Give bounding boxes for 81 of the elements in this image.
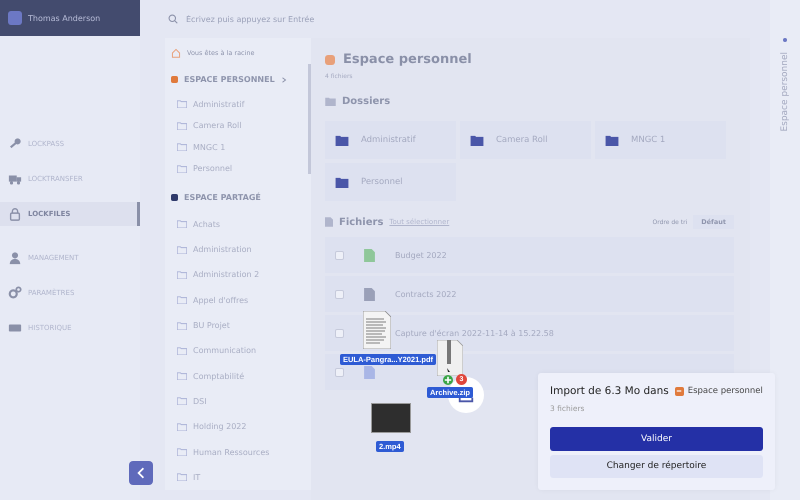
change-folder-button[interactable]: Changer de répertoire — [550, 454, 763, 478]
target-folder: Espace personnel — [688, 386, 763, 396]
space-icon — [674, 386, 684, 396]
confirm-button[interactable]: Valider — [550, 427, 763, 450]
file-icon — [325, 217, 333, 227]
folder-card[interactable]: Camera Roll — [460, 121, 591, 159]
folder-card[interactable]: MNGC 1 — [595, 121, 726, 159]
video-thumbnail — [371, 403, 411, 433]
chevron-left-icon — [137, 467, 145, 479]
side-tab[interactable]: Espace personnel — [780, 52, 790, 132]
folder-icon — [470, 134, 484, 146]
folder-icon — [177, 143, 187, 152]
document-thumbnail — [363, 311, 391, 349]
folder-icon — [177, 220, 187, 228]
section-heading: Dossiers — [342, 96, 390, 107]
folder-icon — [177, 473, 187, 482]
home-icon — [171, 48, 181, 58]
checkbox[interactable] — [335, 290, 344, 298]
folder-icon — [177, 246, 187, 254]
checkbox[interactable] — [335, 328, 344, 338]
folder-icon — [605, 134, 619, 146]
dialog-title: Import de 6.3 Mo dans — [550, 385, 669, 397]
file-row[interactable]: Capture d'écran 2022-11-14 à 15.22.58 — [325, 315, 734, 351]
folder-icon — [177, 100, 187, 108]
file-row[interactable]: Budget 2022 — [325, 237, 734, 273]
folder-icon — [177, 422, 187, 431]
tree-item[interactable]: Human Ressources — [171, 439, 311, 465]
tree-item[interactable]: Administratif — [171, 94, 311, 116]
tree-item[interactable]: Comptabilité — [171, 364, 311, 389]
user-name: Thomas Anderson — [28, 14, 100, 22]
file-row[interactable]: Contracts 2022 — [325, 276, 734, 312]
image-file-icon — [364, 366, 375, 378]
dot-icon — [783, 38, 787, 42]
tree-item[interactable]: Administration — [171, 237, 311, 262]
chevron-icon — [280, 76, 287, 83]
folder-icon — [177, 164, 187, 173]
folder-icon — [177, 122, 187, 130]
tree-item[interactable]: DSI — [171, 388, 311, 414]
tree-item[interactable]: MNGC 1 — [171, 136, 311, 158]
folder-icon — [177, 322, 187, 330]
space-icon — [325, 54, 335, 64]
folder-icon — [177, 270, 187, 279]
tree-section[interactable]: ESPACE PARTAGÉ — [171, 188, 311, 208]
tree-item[interactable]: Administration 2 — [171, 262, 311, 288]
folder-icon — [177, 346, 187, 355]
file-name: Budget 2022 — [395, 250, 447, 260]
folder-icon — [177, 372, 187, 380]
avatar — [8, 11, 22, 25]
key-icon — [8, 137, 22, 151]
tree-item[interactable]: BU Projet — [171, 312, 311, 338]
tree-item[interactable]: Camera Roll — [171, 115, 311, 137]
checkbox[interactable] — [335, 250, 344, 260]
file-name: Contracts 2022 — [395, 290, 456, 298]
folder-icon — [335, 176, 349, 188]
section-heading: Fichiers — [339, 216, 384, 228]
folder-icon — [335, 134, 349, 146]
checkbox[interactable] — [335, 368, 344, 376]
search-icon — [168, 14, 178, 24]
tree-item[interactable]: Appel d'offres — [171, 288, 311, 313]
tree-item[interactable]: Achats — [171, 212, 311, 238]
folder-icon — [177, 296, 187, 304]
tree-item[interactable]: IT — [171, 464, 311, 490]
tree-item[interactable]: Personnel — [171, 158, 311, 180]
tree-section[interactable]: ESPACE PERSONNEL — [171, 70, 311, 90]
file-name: Capture d'écran 2022-11-14 à 15.22.58 — [395, 328, 554, 338]
person-icon — [8, 251, 22, 265]
folder-card[interactable]: Personnel — [325, 163, 456, 201]
collapse-button[interactable] — [129, 461, 153, 485]
zip-file-icon — [437, 340, 463, 376]
lock-icon — [8, 207, 22, 221]
document-icon — [364, 288, 375, 300]
tree-item[interactable]: Communication — [171, 338, 311, 364]
page-title: Espace personnel — [343, 52, 472, 67]
user-header[interactable]: Thomas Anderson — [0, 0, 140, 36]
folder-icon — [177, 397, 187, 406]
folder-icon — [325, 97, 336, 106]
folder-card[interactable]: Administratif — [325, 121, 456, 159]
folder-icon — [177, 448, 187, 456]
gear-icon — [8, 286, 22, 300]
tree-item[interactable]: Holding 2022 — [171, 414, 311, 440]
spreadsheet-icon — [364, 248, 375, 262]
